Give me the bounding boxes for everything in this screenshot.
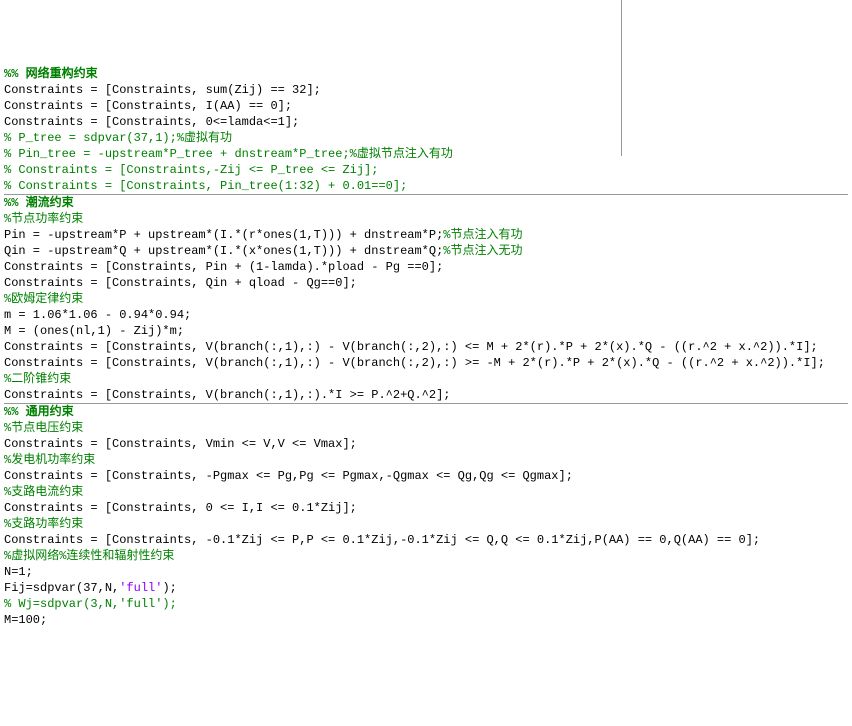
code-line[interactable]: M = (ones(nl,1) - Zij)*m;	[4, 323, 848, 339]
code-span: Constraints = [Constraints, Qin + qload …	[4, 276, 357, 290]
code-line[interactable]: %虚拟网络%连续性和辐射性约束	[4, 548, 848, 564]
code-span: % Constraints = [Constraints,-Zij <= P_t…	[4, 163, 378, 177]
code-span: %节点注入无功	[443, 244, 522, 258]
code-span: );	[162, 581, 176, 595]
code-line[interactable]: %二阶锥约束	[4, 371, 848, 387]
code-span: %% 潮流约束	[4, 196, 74, 210]
code-span: Constraints = [Constraints, sum(Zij) == …	[4, 83, 321, 97]
code-span: Constraints = [Constraints, 0<=lamda<=1]…	[4, 115, 299, 129]
code-line[interactable]: % Constraints = [Constraints, Pin_tree(1…	[4, 178, 848, 194]
code-span: Constraints = [Constraints, -0.1*Zij <= …	[4, 533, 760, 547]
code-line[interactable]: Constraints = [Constraints, -Pgmax <= Pg…	[4, 468, 848, 484]
code-span: %虚拟网络%连续性和辐射性约束	[4, 549, 174, 563]
code-line[interactable]: % Constraints = [Constraints,-Zij <= P_t…	[4, 162, 848, 178]
code-line[interactable]: Constraints = [Constraints, V(branch(:,1…	[4, 355, 848, 371]
code-span: Fij=sdpvar(37,N,	[4, 581, 119, 595]
code-span: %发电机功率约束	[4, 453, 95, 467]
code-line[interactable]: Fij=sdpvar(37,N,'full');	[4, 580, 848, 596]
code-span: Constraints = [Constraints, V(branch(:,1…	[4, 340, 818, 354]
code-line[interactable]: Constraints = [Constraints, I(AA) == 0];	[4, 98, 848, 114]
code-line[interactable]: N=1;	[4, 564, 848, 580]
code-line[interactable]: m = 1.06*1.06 - 0.94*0.94;	[4, 307, 848, 323]
code-span: 'full'	[119, 581, 162, 595]
code-line[interactable]: Qin = -upstream*Q + upstream*(I.*(x*ones…	[4, 243, 848, 259]
code-line[interactable]: %支路功率约束	[4, 516, 848, 532]
code-line[interactable]: Constraints = [Constraints, Pin + (1-lam…	[4, 259, 848, 275]
code-span: Pin = -upstream*P + upstream*(I.*(r*ones…	[4, 228, 443, 242]
code-span: Constraints = [Constraints, V(branch(:,1…	[4, 356, 825, 370]
code-line[interactable]: %支路电流约束	[4, 484, 848, 500]
code-span: Constraints = [Constraints, 0 <= I,I <= …	[4, 501, 357, 515]
vertical-divider	[621, 0, 622, 156]
code-line[interactable]: %节点功率约束	[4, 211, 848, 227]
code-line[interactable]: %% 通用约束	[4, 404, 848, 420]
code-line[interactable]: Constraints = [Constraints, Vmin <= V,V …	[4, 436, 848, 452]
code-span: %% 通用约束	[4, 405, 74, 419]
code-span: % P_tree = sdpvar(37,1);%虚拟有功	[4, 131, 232, 145]
code-line[interactable]: Constraints = [Constraints, V(branch(:,1…	[4, 339, 848, 355]
code-line[interactable]: Constraints = [Constraints, -0.1*Zij <= …	[4, 532, 848, 548]
code-span: Constraints = [Constraints, Pin + (1-lam…	[4, 260, 443, 274]
code-span: %% 网络重构约束	[4, 67, 98, 81]
code-line[interactable]: Constraints = [Constraints, Qin + qload …	[4, 275, 848, 291]
code-span: %二阶锥约束	[4, 372, 71, 386]
code-span: %支路电流约束	[4, 485, 83, 499]
code-span: M=100;	[4, 613, 47, 627]
code-span: Constraints = [Constraints, I(AA) == 0];	[4, 99, 292, 113]
code-line[interactable]: Pin = -upstream*P + upstream*(I.*(r*ones…	[4, 227, 848, 243]
code-line[interactable]: %发电机功率约束	[4, 452, 848, 468]
code-line[interactable]: Constraints = [Constraints, sum(Zij) == …	[4, 82, 848, 98]
code-span: %欧姆定律约束	[4, 292, 83, 306]
code-span: %节点电压约束	[4, 421, 83, 435]
code-line[interactable]: Constraints = [Constraints, 0<=lamda<=1]…	[4, 114, 848, 130]
code-line[interactable]: Constraints = [Constraints, 0 <= I,I <= …	[4, 500, 848, 516]
code-span: M = (ones(nl,1) - Zij)*m;	[4, 324, 184, 338]
code-span: %节点注入有功	[443, 228, 522, 242]
code-line[interactable]: M=100;	[4, 612, 848, 628]
code-span: Constraints = [Constraints, -Pgmax <= Pg…	[4, 469, 573, 483]
code-span: % Pin_tree = -upstream*P_tree + dnstream…	[4, 147, 453, 161]
code-line[interactable]: %节点电压约束	[4, 420, 848, 436]
code-line[interactable]: Constraints = [Constraints, V(branch(:,1…	[4, 387, 848, 403]
code-line[interactable]: %% 网络重构约束	[4, 66, 848, 82]
code-line[interactable]: % Pin_tree = -upstream*P_tree + dnstream…	[4, 146, 848, 162]
code-span: N=1;	[4, 565, 33, 579]
code-span: %支路功率约束	[4, 517, 83, 531]
code-line[interactable]: %欧姆定律约束	[4, 291, 848, 307]
code-span: Constraints = [Constraints, Vmin <= V,V …	[4, 437, 357, 451]
code-span: % Constraints = [Constraints, Pin_tree(1…	[4, 179, 407, 193]
code-span: %节点功率约束	[4, 212, 83, 226]
code-span: % Wj=sdpvar(3,N,'full');	[4, 597, 177, 611]
code-span: m = 1.06*1.06 - 0.94*0.94;	[4, 308, 191, 322]
code-line[interactable]: %% 潮流约束	[4, 195, 848, 211]
code-span: Constraints = [Constraints, V(branch(:,1…	[4, 388, 450, 402]
code-span: Qin = -upstream*Q + upstream*(I.*(x*ones…	[4, 244, 443, 258]
code-line[interactable]: % Wj=sdpvar(3,N,'full');	[4, 596, 848, 612]
code-line[interactable]: % P_tree = sdpvar(37,1);%虚拟有功	[4, 130, 848, 146]
code-editor[interactable]: %% 网络重构约束 Constraints = [Constraints, sum…	[0, 64, 852, 630]
